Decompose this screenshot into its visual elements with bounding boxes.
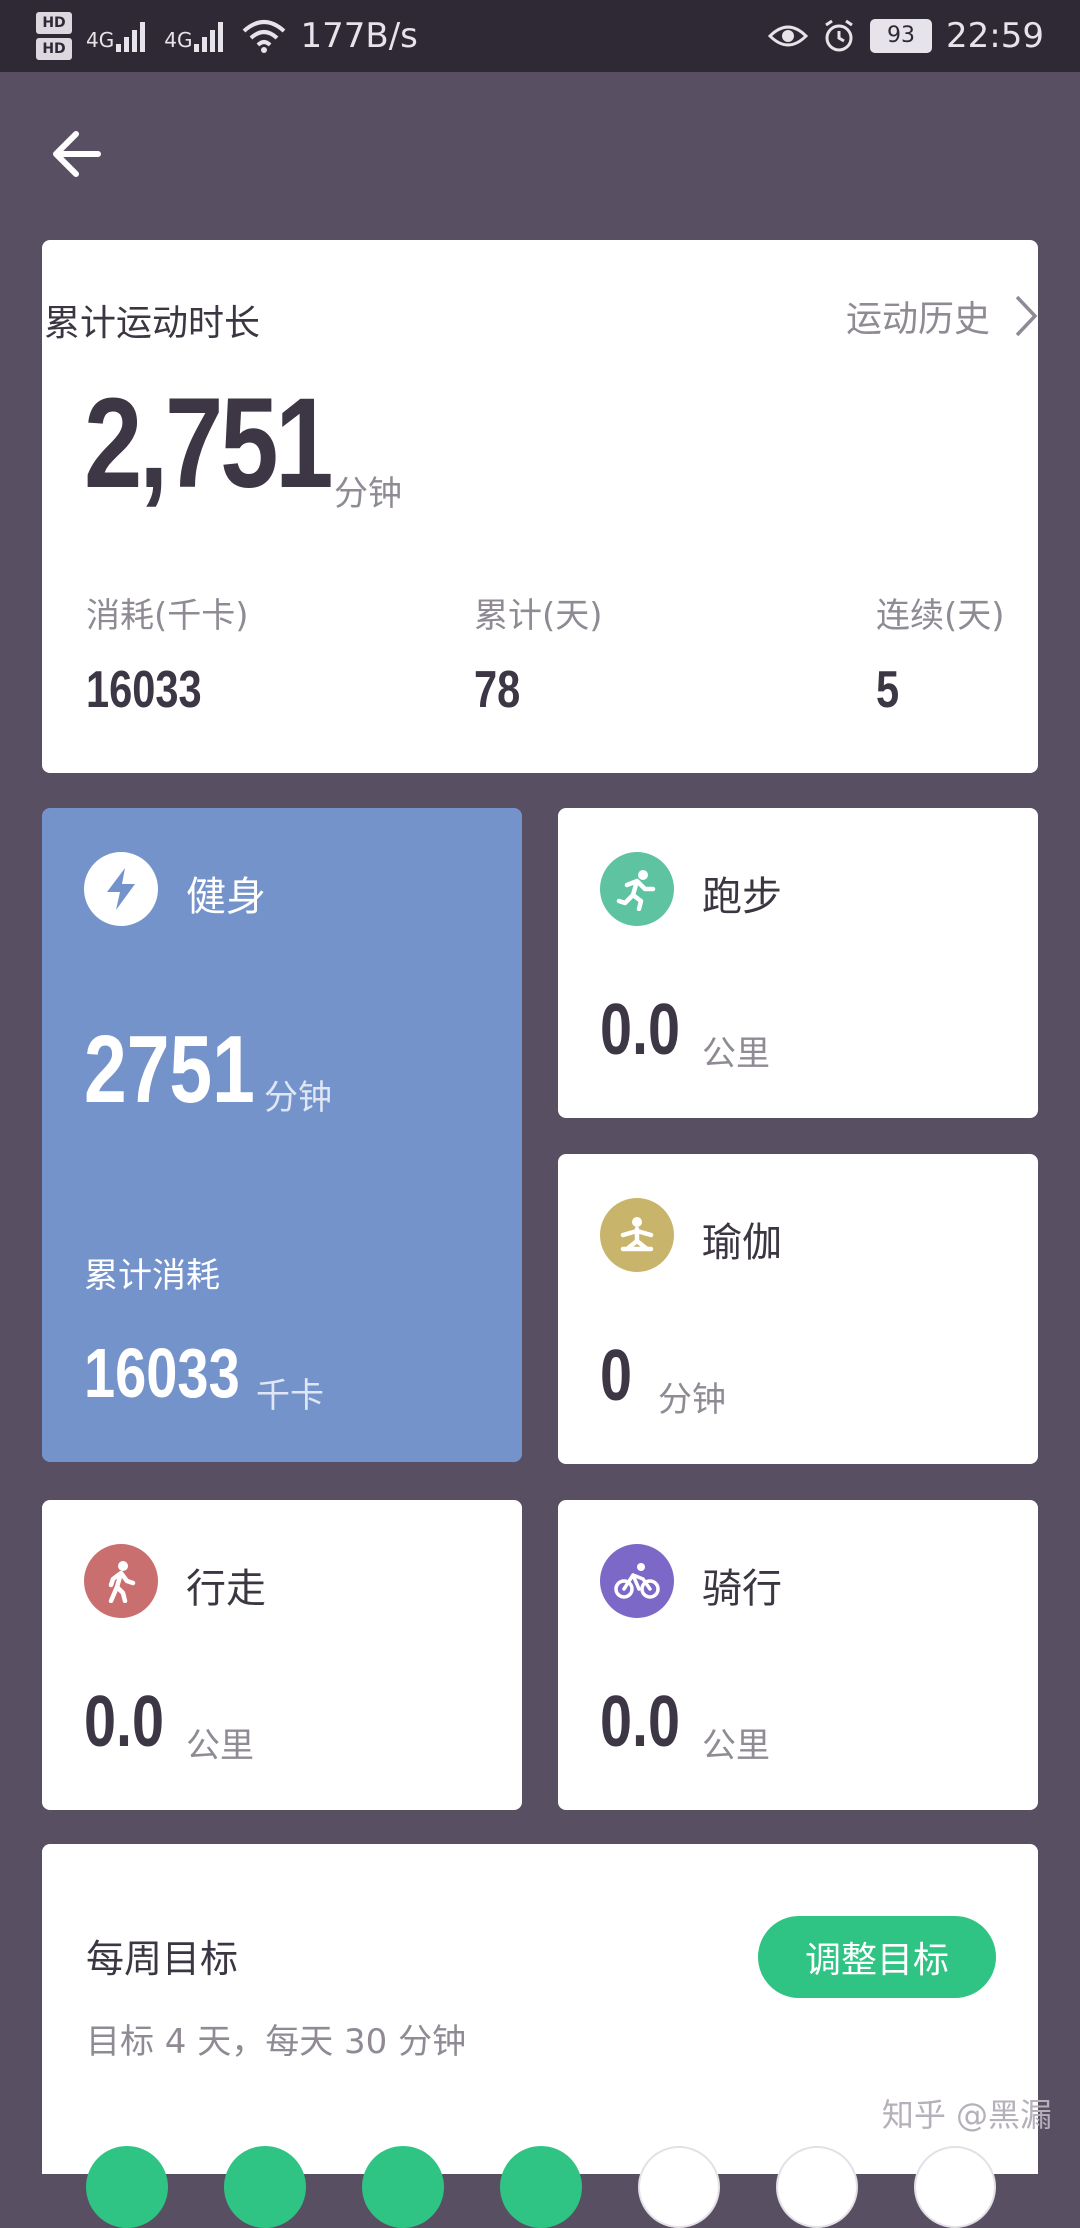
tile-fitness-name: 健身 [186, 874, 266, 920]
status-bar: HD HD 4G 4G 177B/s 93 22:59 [0, 0, 1080, 72]
clock-time: 22:59 [946, 16, 1044, 56]
tile-yoga-value: 0 [600, 1336, 633, 1416]
tile-yoga-name: 瑜伽 [702, 1220, 782, 1266]
lightning-icon [84, 852, 158, 926]
stat-days-value: 78 [474, 661, 521, 719]
tile-running-unit: 公里 [702, 1034, 770, 1074]
tile-cycling-unit: 公里 [702, 1726, 770, 1766]
eye-icon [768, 25, 809, 47]
back-arrow-icon [53, 131, 101, 177]
signal-icon: 4G [164, 20, 228, 52]
back-button[interactable] [40, 118, 112, 190]
signal2-label: 4G [164, 28, 193, 52]
tile-running[interactable]: 跑步 0.0 公里 [558, 808, 1038, 1118]
tile-running-value: 0.0 [600, 990, 681, 1070]
cycling-icon [600, 1544, 674, 1618]
summary-title: 累计运动时长 [44, 303, 261, 344]
signal-icon: 4G [86, 20, 150, 52]
weekly-progress-dot [362, 2146, 444, 2228]
watermark: 知乎 @黑漏 [881, 2096, 1052, 2134]
weekly-progress-dot [638, 2146, 720, 2228]
hd2-badge: HD [36, 38, 72, 60]
tile-cycling-value: 0.0 [600, 1682, 681, 1762]
tile-walking-value: 0.0 [84, 1682, 165, 1762]
tile-walking-unit: 公里 [186, 1726, 254, 1766]
tile-fitness-calories-unit: 千卡 [256, 1376, 324, 1416]
alarm-icon [825, 19, 853, 52]
weekly-goal-description: 目标 4 天，每天 30 分钟 [86, 2022, 467, 2062]
tile-yoga[interactable]: 瑜伽 0 分钟 [558, 1154, 1038, 1464]
wifi-icon [243, 20, 286, 53]
stat-days-label: 累计(天) [474, 596, 603, 636]
weekly-goal-title: 每周目标 [86, 1937, 239, 1981]
tile-cycling[interactable]: 骑行 0.0 公里 [558, 1500, 1038, 1810]
stat-calories-label: 消耗(千卡) [86, 596, 249, 636]
tile-fitness-calories: 16033 [84, 1334, 240, 1412]
tile-fitness-sub-label: 累计消耗 [84, 1256, 220, 1296]
walking-icon [84, 1544, 158, 1618]
tile-fitness-unit: 分钟 [264, 1078, 332, 1118]
tile-fitness-value: 2751 [84, 1016, 255, 1123]
stat-calories-value: 16033 [86, 661, 202, 719]
hd-indicator: HD HD [36, 12, 72, 60]
tile-walking-name: 行走 [186, 1566, 266, 1612]
adjust-goal-button[interactable]: 调整目标 [758, 1916, 996, 1998]
running-icon [600, 852, 674, 926]
yoga-icon [600, 1198, 674, 1272]
hd1-badge: HD [36, 12, 72, 34]
tile-walking[interactable]: 行走 0.0 公里 [42, 1500, 522, 1810]
net-speed: 177B/s [300, 16, 418, 56]
chevron-right-icon [1015, 295, 1038, 337]
history-link[interactable]: 运动历史 [846, 290, 1038, 342]
battery-icon: 93 [870, 19, 933, 53]
weekly-progress-dot [914, 2146, 996, 2228]
stat-streak-label: 连续(天) [876, 596, 1005, 636]
tile-yoga-unit: 分钟 [658, 1380, 726, 1420]
signal1-label: 4G [86, 28, 115, 52]
total-minutes-unit: 分钟 [334, 474, 402, 514]
weekly-progress-dot [776, 2146, 858, 2228]
total-minutes: 2,751 [84, 372, 334, 515]
weekly-progress-dot [86, 2146, 168, 2228]
weekly-progress-dots [86, 2146, 996, 2228]
tile-fitness[interactable]: 健身 2751 分钟 累计消耗 16033 千卡 [42, 808, 522, 1462]
history-link-label: 运动历史 [845, 299, 990, 340]
weekly-progress-dot [500, 2146, 582, 2228]
weekly-progress-dot [224, 2146, 306, 2228]
stat-streak-value: 5 [876, 661, 900, 719]
tile-running-name: 跑步 [702, 874, 782, 920]
tile-cycling-name: 骑行 [702, 1566, 782, 1612]
